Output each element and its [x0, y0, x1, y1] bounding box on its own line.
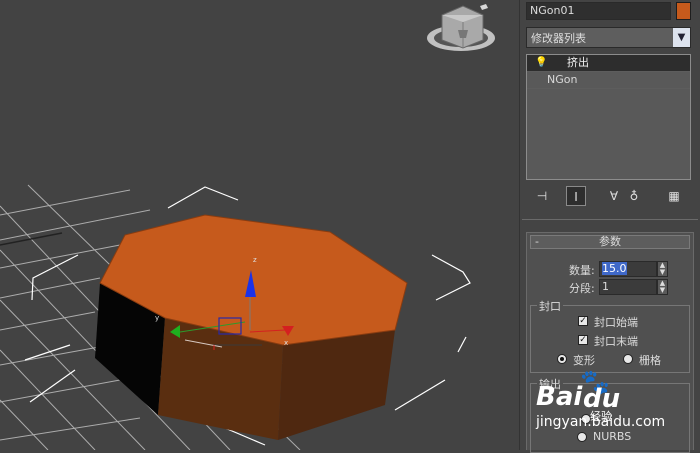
show-end-result-icon[interactable]: Ⅰ	[566, 186, 586, 206]
capping-group: 封口 ✓ 封口始端 ✓ 封口末端 变形 栅格	[530, 298, 690, 373]
svg-text:x: x	[284, 339, 288, 347]
amount-input[interactable]: 15.0	[599, 261, 657, 277]
viewport-scene[interactable]: z x y	[0, 0, 519, 450]
grid-radio[interactable]	[623, 354, 633, 364]
stack-item-label: NGon	[547, 73, 578, 86]
segments-spinner[interactable]: ▲ ▼	[657, 279, 668, 295]
baidu-watermark: Bai 🐾 du 经验 jingyan.baidu.com	[528, 368, 698, 450]
amount-value: 15.0	[602, 262, 627, 275]
parameters-title: 参数	[599, 235, 621, 248]
ngon-side-brown-right	[278, 330, 395, 440]
morph-label: 变形	[573, 354, 595, 367]
segments-input[interactable]: 1	[599, 279, 657, 295]
modifier-list-label: 修改器列表	[531, 32, 586, 45]
collapse-icon[interactable]: -	[535, 236, 539, 248]
pin-stack-icon[interactable]: ⊣	[532, 186, 552, 206]
viewcube-icon[interactable]	[427, 4, 495, 51]
remove-modifier-icon[interactable]: ♁	[624, 186, 644, 206]
stack-item-ngon[interactable]: NGon	[527, 72, 690, 89]
make-unique-icon[interactable]: ∀	[604, 186, 624, 206]
cap-start-checkbox[interactable]: ✓	[578, 316, 588, 326]
watermark-site: jingyan.baidu.com	[536, 414, 666, 430]
modifier-stack[interactable]: 💡 挤出 NGon	[526, 54, 691, 180]
ngon-object[interactable]	[95, 214, 408, 440]
stack-item-label: 挤出	[567, 56, 589, 69]
toolbar-divider	[522, 219, 698, 220]
chevron-down-icon[interactable]: ▼	[673, 28, 690, 47]
stack-toolbar: ⊣ Ⅰ ∀ ♁ ▦	[526, 186, 691, 208]
segments-label: 分段:	[569, 282, 595, 295]
cap-start-label: 封口始端	[594, 316, 638, 329]
amount-spinner[interactable]: ▲ ▼	[657, 261, 668, 277]
cap-end-label: 封口末端	[594, 335, 638, 348]
object-color-swatch[interactable]	[676, 2, 691, 20]
stack-item-extrude[interactable]: 💡 挤出	[527, 55, 690, 72]
svg-text:y: y	[155, 314, 159, 322]
modifier-list-dropdown[interactable]: 修改器列表 ▼	[526, 27, 691, 48]
amount-label: 数量:	[569, 264, 595, 277]
morph-radio[interactable]	[557, 354, 567, 364]
configure-modifier-sets-icon[interactable]: ▦	[664, 186, 684, 206]
svg-text:z: z	[253, 256, 257, 264]
grid-axis-line	[0, 232, 63, 246]
perspective-viewport[interactable]: z x y	[0, 0, 519, 450]
watermark-brand: Bai	[536, 382, 583, 412]
capping-title: 封口	[537, 298, 563, 314]
segments-value: 1	[602, 280, 609, 293]
parameters-rollout-title[interactable]: - 参数	[530, 235, 690, 249]
lightbulb-icon[interactable]: 💡	[535, 55, 547, 71]
grid-label: 栅格	[639, 354, 661, 367]
cap-end-checkbox[interactable]: ✓	[578, 335, 588, 345]
object-name-field[interactable]: NGon01	[526, 2, 671, 20]
